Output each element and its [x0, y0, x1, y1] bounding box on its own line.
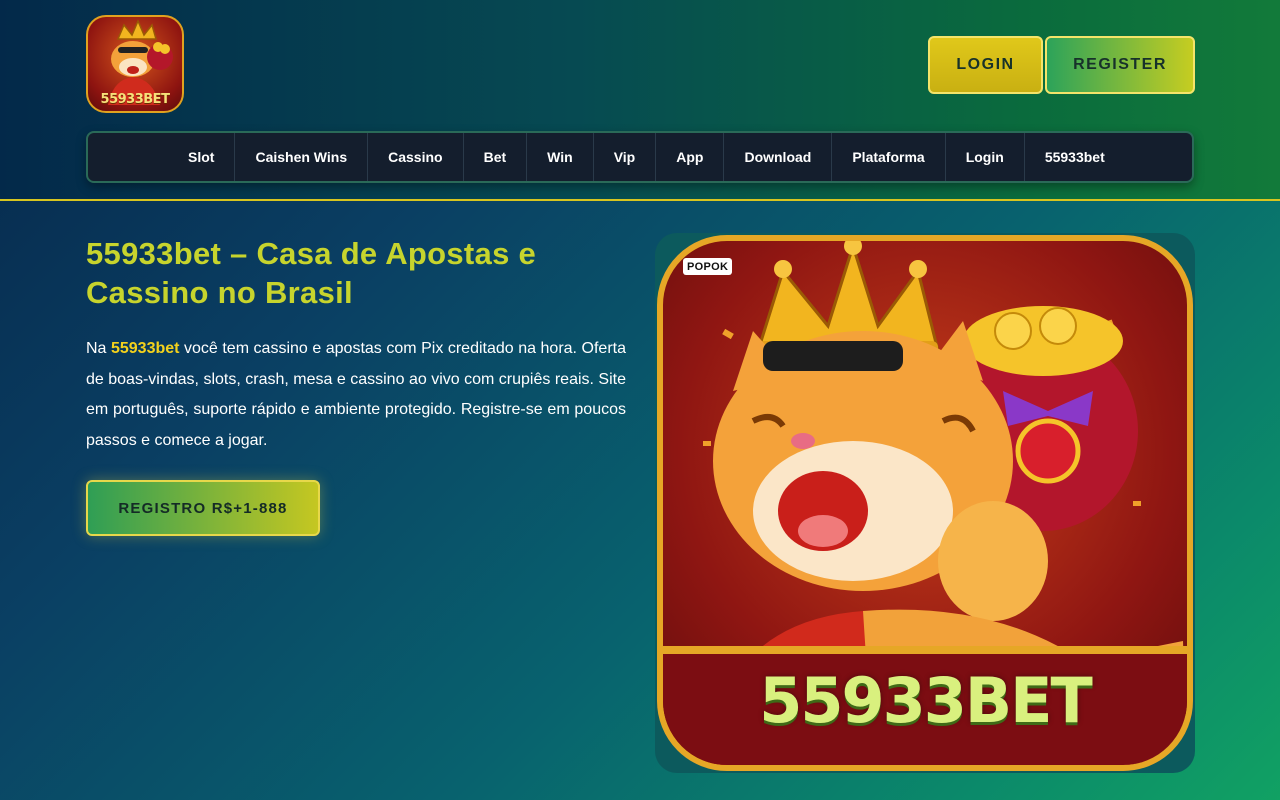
- nav-item-bet[interactable]: Bet: [464, 133, 528, 181]
- nav-item-cassino[interactable]: Cassino: [368, 133, 464, 181]
- hero-image-frame: 55933BET: [655, 233, 1195, 773]
- logo-text: 55933BET: [100, 92, 170, 107]
- intro-paragraph: Na 55933bet você tem cassino e apostas c…: [86, 334, 626, 456]
- register-bonus-button[interactable]: REGISTRO R$+1-888: [86, 480, 320, 536]
- hero-image: 55933BET: [657, 235, 1193, 771]
- nav-item-55933bet[interactable]: 55933bet: [1025, 133, 1125, 181]
- nav-item-app[interactable]: App: [656, 133, 725, 181]
- register-button[interactable]: REGISTER: [1045, 36, 1195, 94]
- login-button[interactable]: LOGIN: [928, 36, 1043, 94]
- site-logo[interactable]: 55933BET: [86, 15, 184, 113]
- main-nav: Slot Caishen Wins Cassino Bet Win Vip Ap…: [86, 131, 1194, 183]
- site-header: 55933BET LOGIN REGISTER Slot Caishen Win…: [0, 0, 1280, 201]
- page-title: 55933bet – Casa de Apostas e Cassino no …: [86, 236, 537, 310]
- nav-item-download[interactable]: Download: [724, 133, 833, 181]
- nav-item-slot[interactable]: Slot: [168, 133, 236, 181]
- hero-brand-text: 55933BET: [759, 664, 1093, 737]
- intro-prefix: Na: [86, 340, 111, 357]
- nav-item-login[interactable]: Login: [946, 133, 1025, 181]
- brand-highlight: 55933bet: [110, 340, 180, 357]
- nav-item-caishen-wins[interactable]: Caishen Wins: [235, 133, 369, 181]
- nav-item-vip[interactable]: Vip: [594, 133, 657, 181]
- nav-item-win[interactable]: Win: [527, 133, 594, 181]
- provider-badge: POPOK: [683, 258, 733, 275]
- nav-item-plataforma[interactable]: Plataforma: [832, 133, 946, 181]
